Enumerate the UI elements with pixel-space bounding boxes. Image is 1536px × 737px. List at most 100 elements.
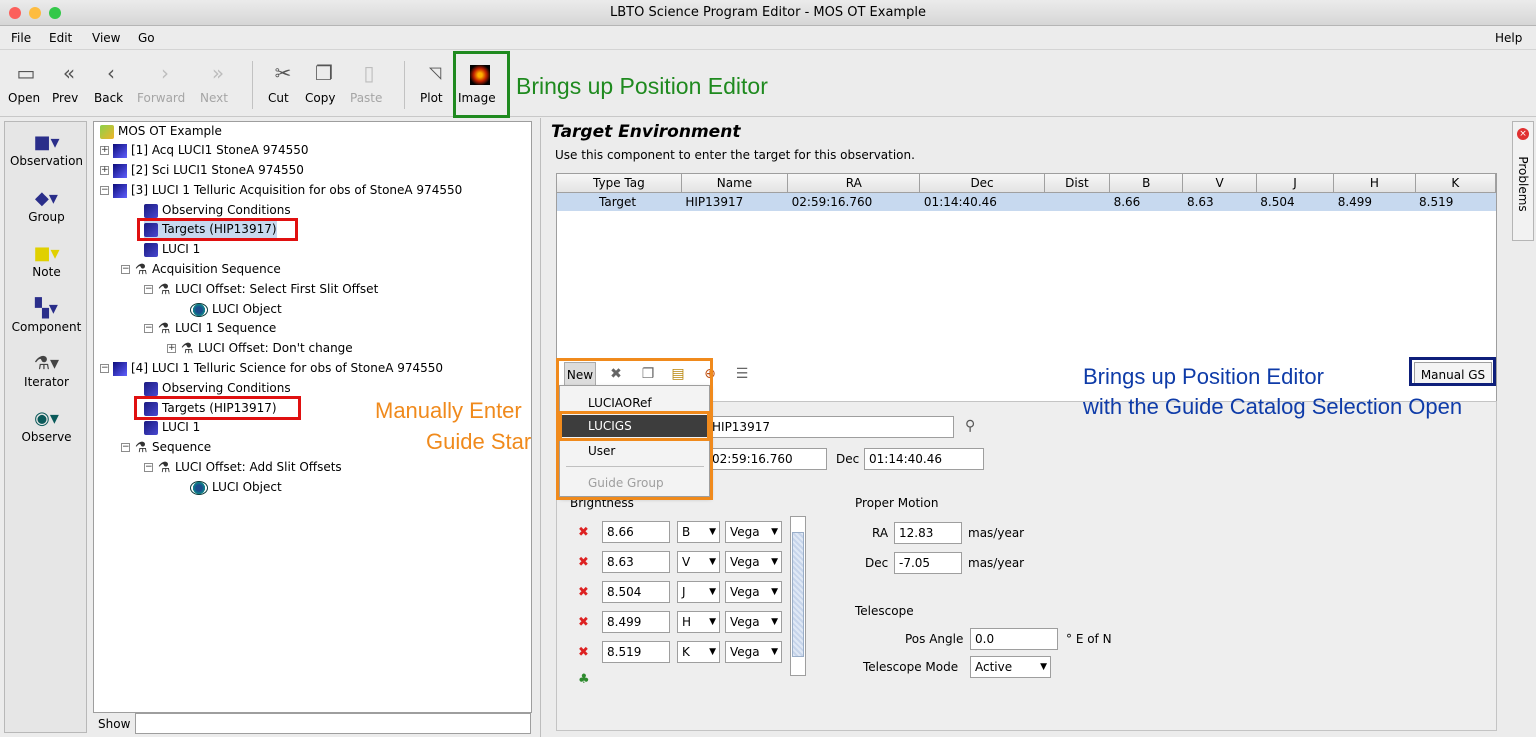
palette-note[interactable]: ■▾ Note [5,243,88,279]
manual-gs-button[interactable]: Manual GS [1414,362,1492,386]
collapse-icon[interactable]: − [144,463,153,472]
tree-node-luci[interactable]: LUCI 1 [144,418,200,437]
tree-node-acq-sequence[interactable]: − ⚗ Acquisition Sequence [121,260,281,279]
column-header[interactable]: V [1182,174,1257,193]
tree-node-obs3[interactable]: − [3] LUCI 1 Telluric Acquisition for obs… [100,181,462,200]
palette-component[interactable]: ▚▾ Component [5,298,88,334]
menu-go[interactable]: Go [138,31,155,45]
column-header[interactable]: B [1109,174,1184,193]
collapse-icon[interactable]: − [100,186,109,195]
system-select[interactable]: Vega ▼ [725,581,782,603]
band-select[interactable]: V ▼ [677,551,720,573]
brightness-value[interactable]: 8.504 [602,581,670,603]
tree-node-luci-sequence[interactable]: − ⚗ LUCI 1 Sequence [144,319,276,338]
tree-node-object[interactable]: LUCI Object [190,300,282,319]
new-button[interactable]: New [564,362,596,386]
collapse-icon[interactable]: − [100,364,109,373]
problems-tab[interactable]: × Problems [1512,121,1534,241]
dropdown-item-luciaoref[interactable]: LUCIAORef [560,392,709,414]
next-button[interactable]: » Next [200,59,236,105]
delete-icon[interactable]: ✖ [578,555,589,570]
brightness-value[interactable]: 8.66 [602,521,670,543]
open-button[interactable]: ▭ Open [8,59,44,105]
copy-icon[interactable]: ❐ [636,362,660,386]
expand-icon[interactable]: + [100,146,109,155]
remove-icon[interactable]: ✖ [604,362,628,386]
delete-icon[interactable]: ✖ [578,525,589,540]
tree-node-object[interactable]: LUCI Object [190,478,282,497]
zoom-window-icon[interactable] [49,7,61,19]
system-select[interactable]: Vega ▼ [725,521,782,543]
dec-field[interactable]: 01:14:40.46 [864,448,984,470]
collapse-icon[interactable]: − [144,324,153,333]
close-window-icon[interactable] [9,7,21,19]
tree-node-offset1[interactable]: − ⚗ LUCI Offset: Select First Slit Offset [144,280,378,299]
band-select[interactable]: K ▼ [677,641,720,663]
system-select[interactable]: Vega ▼ [725,611,782,633]
guide-star-icon[interactable]: ⊕ [698,362,722,386]
tree-node-offset2[interactable]: + ⚗ LUCI Offset: Don't change [167,339,353,358]
minimize-window-icon[interactable] [29,7,41,19]
column-header[interactable]: K [1415,174,1497,193]
tree-node-offset[interactable]: − ⚗ LUCI Offset: Add Slit Offsets [144,458,342,477]
column-header[interactable]: Name [681,174,789,193]
tree-node-targets[interactable]: Targets (HIP13917) [144,399,277,418]
menu-help[interactable]: Help [1495,31,1522,45]
add-brightness-icon[interactable]: ♣ [578,672,590,687]
tree-node-observing-conditions[interactable]: Observing Conditions [144,201,291,220]
back-button[interactable]: ‹ Back [94,59,128,105]
delete-icon[interactable]: ✖ [578,645,589,660]
dropdown-item-lucigs[interactable]: LUCIGS [560,415,709,437]
system-select[interactable]: Vega ▼ [725,551,782,573]
tree-node-luci[interactable]: LUCI 1 [144,240,200,259]
forward-button[interactable]: › Forward [137,59,193,105]
pm-ra-field[interactable]: 12.83 [894,522,962,544]
tree-node-observing-conditions[interactable]: Observing Conditions [144,379,291,398]
pm-dec-field[interactable]: -7.05 [894,552,962,574]
band-select[interactable]: H ▼ [677,611,720,633]
palette-observe[interactable]: ◉▾ Observe [5,408,88,444]
palette-iterator[interactable]: ⚗▾ Iterator [5,353,88,389]
column-header[interactable]: RA [787,174,921,193]
column-header[interactable]: Dist [1044,174,1111,193]
search-icon[interactable]: ⚲ [965,418,975,434]
ra-field[interactable]: 02:59:16.760 [707,448,827,470]
column-header[interactable]: J [1256,174,1335,193]
dropdown-item-user[interactable]: User [560,440,709,462]
delete-icon[interactable]: ✖ [578,615,589,630]
show-input[interactable] [135,713,531,734]
image-button[interactable]: Image [458,59,502,105]
scrollbar-thumb[interactable] [792,532,804,657]
tree-node-obs1[interactable]: + [1] Acq LUCI1 StoneA 974550 [100,141,309,160]
delete-icon[interactable]: ✖ [578,585,589,600]
menu-view[interactable]: View [92,31,120,45]
system-select[interactable]: Vega ▼ [725,641,782,663]
cut-button[interactable]: ✂ Cut [268,59,298,105]
menu-file[interactable]: File [11,31,31,45]
tree-node-targets[interactable]: Targets (HIP13917) [144,220,277,239]
brightness-value[interactable]: 8.499 [602,611,670,633]
column-header[interactable]: Type Tag [557,174,682,193]
tree-node-obs2[interactable]: + [2] Sci LUCI1 StoneA 974550 [100,161,304,180]
column-header[interactable]: H [1333,174,1416,193]
menu-edit[interactable]: Edit [49,31,72,45]
tree-node-sequence[interactable]: − ⚗ Sequence [121,438,211,457]
plot-button[interactable]: ◹ Plot [420,59,450,105]
palette-group[interactable]: ◆▾ Group [5,188,88,224]
pos-angle-field[interactable]: 0.0 [970,628,1058,650]
collapse-icon[interactable]: − [121,443,130,452]
tree-node-root[interactable]: MOS OT Example [100,122,222,141]
paste-button[interactable]: ▯ Paste [350,59,388,105]
prev-button[interactable]: « Prev [52,59,86,105]
list-icon[interactable]: ☰ [730,362,754,386]
expand-icon[interactable]: + [167,344,176,353]
band-select[interactable]: B ▼ [677,521,720,543]
brightness-value[interactable]: 8.63 [602,551,670,573]
dropdown-item-guide-group[interactable]: Guide Group [560,472,709,494]
brightness-scrollbar[interactable] [790,516,806,676]
name-field[interactable]: HIP13917 [707,416,954,438]
brightness-value[interactable]: 8.519 [602,641,670,663]
telescope-mode-select[interactable]: Active ▼ [970,656,1051,678]
copy-button[interactable]: ❐ Copy [305,59,343,105]
table-row[interactable]: Target HIP13917 02:59:16.760 01:14:40.46… [557,192,1496,211]
